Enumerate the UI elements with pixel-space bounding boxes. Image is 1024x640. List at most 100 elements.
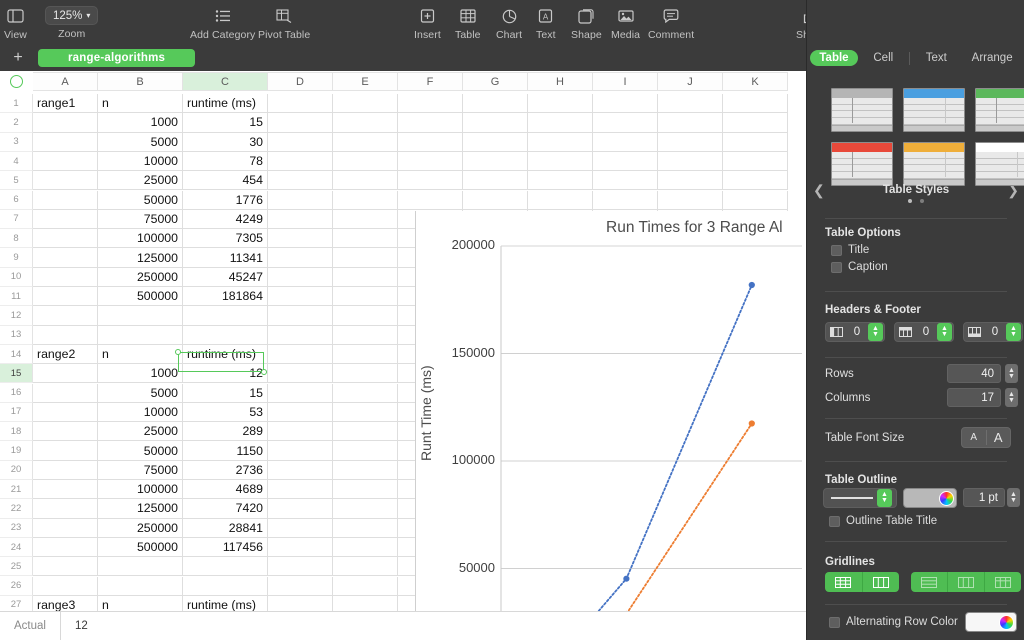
rows-input[interactable]: 40 [947,364,1001,383]
cell-D24[interactable] [268,537,333,558]
line-style-spinner[interactable]: ▲ ▼ [877,489,892,507]
column-header-c[interactable]: C [183,72,268,91]
column-header-k[interactable]: K [723,72,788,91]
columns-spinner[interactable]: ▲ ▼ [1005,388,1018,407]
cell-E7[interactable] [333,209,398,230]
cell-I5[interactable] [593,171,658,191]
outline-table-title-checkbox[interactable] [829,516,840,527]
cell-B24[interactable]: 500000 [98,537,183,558]
row-header-4[interactable]: 4 [0,151,33,172]
gridline-body-horizontal-button[interactable] [911,572,947,592]
page-dot-1[interactable] [908,199,912,203]
gridlines-header-group[interactable] [825,572,899,592]
cell-A18[interactable] [33,422,98,442]
cell-C15[interactable]: 12 [183,364,268,384]
alternating-color-wheel-icon[interactable] [999,614,1014,630]
cell-K1[interactable] [723,94,788,114]
cell-B11[interactable]: 500000 [98,287,183,307]
cell-E2[interactable] [333,113,398,133]
cell-D27[interactable] [268,595,333,611]
spreadsheet-canvas[interactable]: ABCDEFGHIJK 1 2 3 4 5 6 7 8 9 10 11 12 13 14 15 16 17 18 1… [0,71,806,611]
cell-E25[interactable] [333,557,398,577]
cell-E3[interactable] [333,132,398,152]
cell-I2[interactable] [593,113,658,133]
column-header-h[interactable]: H [528,72,593,91]
cell-A27[interactable]: range3 [33,595,98,611]
cell-C9[interactable]: 11341 [183,248,268,268]
cell-B18[interactable]: 25000 [98,422,183,442]
row-header-24[interactable]: 24 [0,537,33,558]
cell-E9[interactable] [333,248,398,268]
cell-E19[interactable] [333,441,398,461]
table-font-size-control[interactable]: A A [961,427,1011,448]
cell-H1[interactable] [528,94,593,114]
toolbar-view-button[interactable]: View [4,0,27,41]
cell-C10[interactable]: 45247 [183,267,268,287]
cell-D12[interactable] [268,306,333,326]
cell-B16[interactable]: 5000 [98,383,183,403]
cell-C19[interactable]: 1150 [183,441,268,461]
row-header-14[interactable]: 14 [0,344,33,365]
cell-A3[interactable] [33,132,98,152]
cell-C25[interactable] [183,557,268,577]
cell-D2[interactable] [268,113,333,133]
select-all-corner[interactable] [0,71,33,92]
gridlines-body-group[interactable] [911,572,1021,592]
cell-A16[interactable] [33,383,98,403]
cell-C16[interactable]: 15 [183,383,268,403]
cell-C6[interactable]: 1776 [183,190,268,210]
cell-A1[interactable]: range1 [33,94,98,114]
row-header-7[interactable]: 7 [0,209,33,230]
row-header-8[interactable]: 8 [0,229,33,249]
row-header-25[interactable]: 25 [0,557,33,577]
header-columns-spinner[interactable]: ▲ ▼ [868,323,883,341]
cell-A24[interactable] [33,537,98,558]
header-columns-stepper[interactable]: 0 ▲ ▼ [825,322,885,342]
cell-G6[interactable] [463,190,528,210]
cell-D16[interactable] [268,383,333,403]
header-rows-stepper[interactable]: 0 ▲ ▼ [894,322,954,342]
column-header-a[interactable]: A [33,72,98,91]
row-header-26[interactable]: 26 [0,576,33,596]
column-header-g[interactable]: G [463,72,528,91]
row-header-3[interactable]: 3 [0,132,33,152]
table-style-swatch-6[interactable] [975,142,1024,186]
inspector-tab-table[interactable]: Table [810,50,858,66]
cell-D22[interactable] [268,499,333,519]
cell-A5[interactable] [33,171,98,191]
cell-A9[interactable] [33,248,98,268]
columns-input[interactable]: 17 [947,388,1001,407]
cell-C4[interactable]: 78 [183,151,268,172]
footer-rows-stepper[interactable]: 0 ▲ ▼ [963,322,1023,342]
cell-D13[interactable] [268,325,333,345]
cell-D23[interactable] [268,518,333,538]
cell-G1[interactable] [463,94,528,114]
color-wheel-icon[interactable] [939,490,954,506]
cell-C27[interactable]: runtime (ms) [183,595,268,611]
cell-J4[interactable] [658,151,723,172]
cell-B23[interactable]: 250000 [98,518,183,538]
cell-G3[interactable] [463,132,528,152]
row-header-11[interactable]: 11 [0,287,33,307]
cell-C1[interactable]: runtime (ms) [183,94,268,114]
cell-E21[interactable] [333,480,398,500]
row-header-12[interactable]: 12 [0,306,33,326]
alternating-row-color-well[interactable] [965,612,1017,632]
row-header-2[interactable]: 2 [0,113,33,133]
toolbar-chart-button[interactable]: Chart [496,0,522,41]
cell-A11[interactable] [33,287,98,307]
row-header-6[interactable]: 6 [0,190,33,210]
cell-D14[interactable] [268,344,333,365]
cell-D3[interactable] [268,132,333,152]
toolbar-shape-button[interactable]: Shape [571,0,602,41]
row-header-19[interactable]: 19 [0,441,33,461]
gridline-body-all-button[interactable] [984,572,1021,592]
cell-B6[interactable]: 50000 [98,190,183,210]
header-rows-spinner[interactable]: ▲ ▼ [937,323,952,341]
cell-C3[interactable]: 30 [183,132,268,152]
cell-E6[interactable] [333,190,398,210]
cell-B20[interactable]: 75000 [98,460,183,480]
cell-B14[interactable]: n [98,344,183,365]
cell-A15[interactable] [33,364,98,384]
table-style-swatch-5[interactable] [903,142,965,186]
